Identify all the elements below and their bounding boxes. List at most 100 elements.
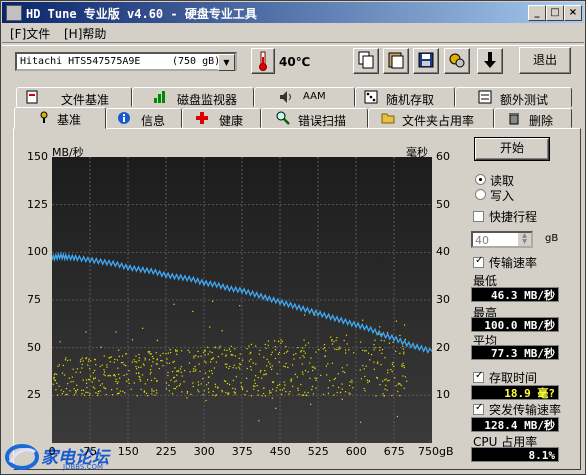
floppy-icon bbox=[418, 52, 434, 68]
access-time-point bbox=[334, 348, 336, 350]
write-radio[interactable] bbox=[475, 189, 486, 200]
access-time-point bbox=[77, 389, 79, 391]
access-time-point bbox=[66, 393, 68, 395]
start-button[interactable]: 开始 bbox=[474, 137, 550, 161]
tab-error-scan[interactable]: 错误扫描 bbox=[261, 108, 368, 128]
access-time-point bbox=[232, 379, 234, 382]
access-time-point bbox=[367, 352, 370, 354]
read-radio[interactable] bbox=[475, 174, 486, 185]
access-time-checkbox[interactable]: ✓ bbox=[473, 370, 484, 383]
tab-benchmark[interactable]: 基准 bbox=[14, 107, 106, 129]
access-time-point bbox=[266, 358, 268, 360]
access-time-point bbox=[379, 383, 381, 386]
tab-health[interactable]: 健康 bbox=[182, 108, 261, 128]
access-time-point bbox=[205, 362, 207, 364]
access-time-point bbox=[382, 393, 384, 395]
access-time-point bbox=[315, 377, 318, 380]
left-axis-tick-label: 25 bbox=[27, 388, 41, 402]
access-time-point bbox=[235, 367, 237, 369]
access-time-point bbox=[307, 342, 310, 344]
tab-random-access[interactable]: 随机存取 bbox=[355, 87, 455, 107]
tab-folder-usage[interactable]: 文件夹占用率 bbox=[368, 108, 494, 128]
access-time-point bbox=[160, 360, 162, 362]
access-time-point bbox=[123, 364, 125, 366]
access-time-point bbox=[139, 380, 142, 382]
access-time-point bbox=[281, 393, 283, 395]
save-button[interactable] bbox=[413, 48, 439, 74]
access-time-point bbox=[401, 364, 403, 366]
access-time-point bbox=[167, 352, 169, 354]
access-time-point bbox=[118, 349, 120, 351]
access-time-point bbox=[208, 376, 210, 378]
access-time-point bbox=[204, 354, 206, 356]
folder-icon bbox=[381, 111, 395, 125]
access-time-point bbox=[52, 383, 54, 385]
tab-info[interactable]: 信息 bbox=[106, 108, 182, 128]
access-time-point bbox=[337, 386, 340, 389]
access-time-point bbox=[106, 364, 108, 366]
access-time-point bbox=[212, 357, 215, 359]
access-time-point bbox=[206, 346, 209, 348]
access-time-point bbox=[250, 351, 252, 353]
access-time-point bbox=[109, 375, 112, 377]
access-time-point bbox=[265, 373, 268, 375]
tab-extra-tests[interactable]: 额外测试 bbox=[455, 87, 572, 107]
access-time-point bbox=[117, 381, 119, 383]
access-time-point bbox=[304, 369, 307, 372]
access-time-point bbox=[213, 367, 216, 369]
copy-image-button[interactable] bbox=[383, 48, 409, 74]
access-time-point bbox=[155, 389, 158, 391]
access-time-point bbox=[95, 392, 97, 394]
access-time-point bbox=[255, 345, 257, 347]
access-time-point bbox=[267, 340, 269, 342]
tab-aam[interactable]: AAM bbox=[254, 87, 355, 107]
exit-button[interactable]: 退出 bbox=[519, 47, 571, 74]
spinner-arrows-icon[interactable]: ▲ ▼ bbox=[518, 233, 531, 246]
tab-disk-monitor[interactable]: 磁盘监视器 bbox=[132, 87, 254, 107]
transfer-rate-checkbox[interactable]: ✓ bbox=[473, 255, 484, 268]
access-time-point bbox=[402, 375, 404, 377]
menu-file[interactable]: [F]文件 bbox=[10, 25, 50, 42]
menu-help[interactable]: [H]帮助 bbox=[64, 25, 106, 42]
access-time-point bbox=[395, 320, 398, 322]
quick-stroke-input[interactable]: 40 ▲ ▼ bbox=[471, 231, 533, 248]
watermark: 家电论坛 JDBBS.COM bbox=[3, 442, 133, 474]
chevron-down-icon[interactable]: ▼ bbox=[218, 54, 235, 71]
access-time-point bbox=[151, 390, 153, 392]
download-button[interactable] bbox=[477, 48, 503, 74]
min-value: 46.3 MB/秒 bbox=[471, 287, 559, 302]
speaker-icon bbox=[279, 90, 293, 104]
access-time-point bbox=[89, 379, 91, 381]
access-time-point bbox=[87, 364, 89, 366]
access-time-point bbox=[388, 379, 390, 381]
access-time-point bbox=[128, 370, 130, 372]
access-time-point bbox=[89, 394, 91, 396]
close-button[interactable]: × bbox=[564, 5, 582, 21]
minimize-button[interactable]: _ bbox=[528, 5, 546, 21]
tab-file-benchmark[interactable]: 文件基准 bbox=[16, 87, 132, 107]
access-time-point bbox=[65, 388, 68, 390]
access-time-point bbox=[135, 368, 138, 370]
access-time-point bbox=[257, 390, 259, 392]
access-time-point bbox=[331, 340, 333, 342]
tab-erase[interactable]: 删除 bbox=[494, 108, 572, 128]
access-time-point bbox=[190, 393, 192, 395]
access-time-point bbox=[297, 389, 299, 391]
options-button[interactable] bbox=[444, 48, 470, 74]
access-time-point bbox=[374, 347, 376, 349]
access-time-point bbox=[402, 362, 404, 364]
access-time-point bbox=[215, 394, 218, 396]
access-time-point bbox=[154, 377, 156, 379]
access-time-point bbox=[363, 387, 365, 390]
maximize-button[interactable]: □ bbox=[546, 5, 564, 21]
access-time-point bbox=[173, 303, 175, 305]
access-time-point bbox=[209, 351, 211, 353]
drive-select[interactable]: Hitachi HTS547575A9E (750 gB) ▼ bbox=[15, 52, 237, 71]
quick-stroke-checkbox[interactable] bbox=[473, 211, 484, 222]
burst-rate-checkbox[interactable]: ✓ bbox=[473, 402, 484, 415]
access-time-point bbox=[197, 381, 199, 383]
access-time-point bbox=[250, 365, 252, 368]
x-axis-tick-label: 225 bbox=[155, 445, 177, 458]
copy-text-button[interactable] bbox=[353, 48, 379, 74]
access-time-point bbox=[119, 390, 122, 392]
